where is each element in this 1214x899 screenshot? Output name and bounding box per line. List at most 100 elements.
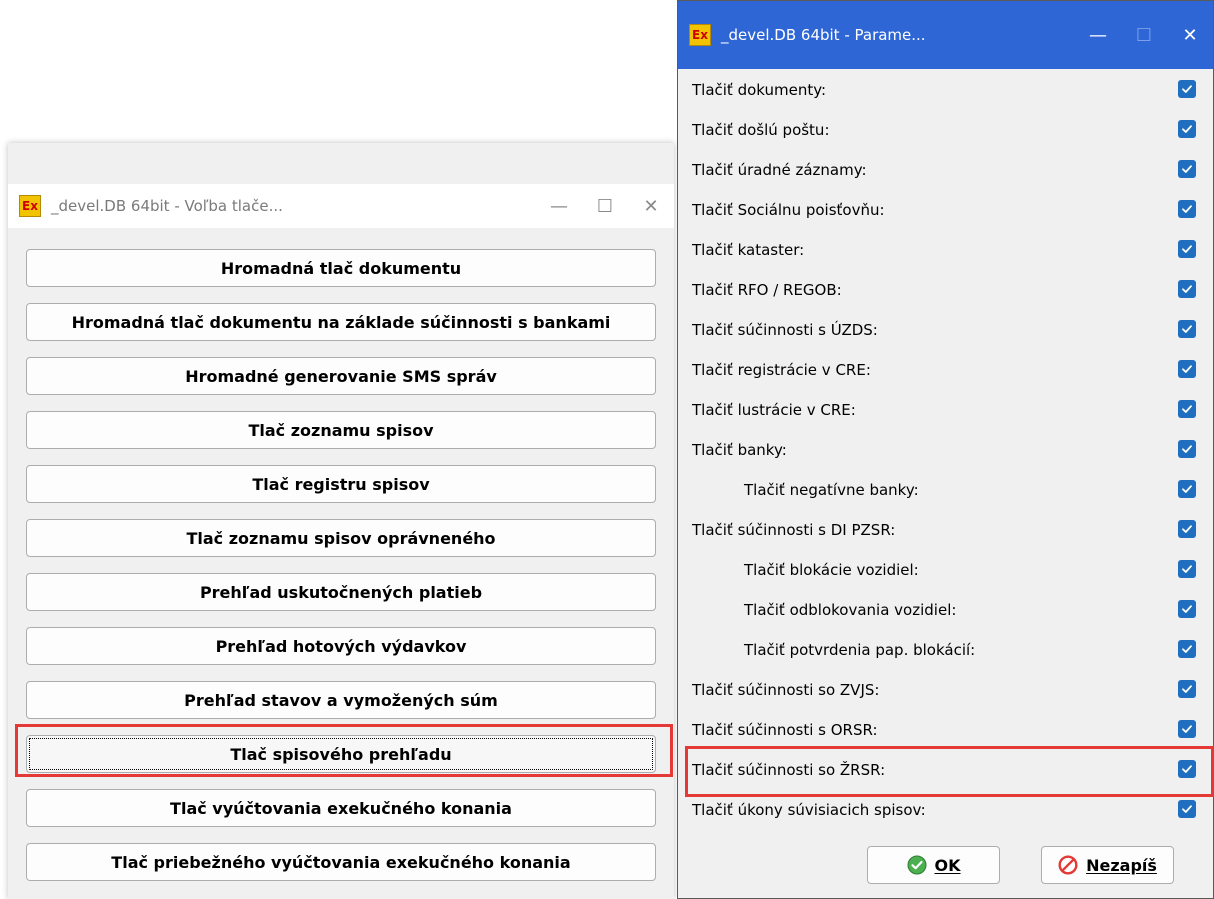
close-icon: ✕ [1182, 24, 1198, 46]
discard-button[interactable]: Nezapíš [1041, 846, 1174, 884]
option-row: Tlačiť odblokovania vozidiel: [678, 589, 1213, 629]
option-label: Tlačiť úradné záznamy: [692, 161, 867, 179]
option-label: Tlačiť banky: [692, 441, 787, 459]
checkmark-icon [1182, 285, 1192, 293]
option-row: Tlačiť potvrdenia pap. blokácií: [678, 629, 1213, 669]
option-checkbox[interactable] [1178, 400, 1196, 418]
option-checkbox[interactable] [1178, 280, 1196, 298]
maximize-button: ☐ [1121, 1, 1167, 69]
print-file-list-button[interactable]: Tlač zoznamu spisov [26, 411, 656, 449]
option-row: Tlačiť RFO / REGOB: [678, 269, 1213, 309]
print-execution-settlement-button[interactable]: Tlač vyúčtovania exekučného konania [26, 789, 656, 827]
option-row: Tlačiť došlú poštu: [678, 109, 1213, 149]
cancel-circle-icon [1058, 855, 1078, 875]
print-creditor-file-list-button[interactable]: Tlač zoznamu spisov oprávneného [26, 519, 656, 557]
option-checkbox[interactable] [1178, 680, 1196, 698]
checkmark-icon [1182, 805, 1192, 813]
checkmark-icon [1182, 565, 1192, 573]
option-checkbox[interactable] [1178, 600, 1196, 618]
option-checkbox[interactable] [1178, 480, 1196, 498]
option-checkbox[interactable] [1178, 760, 1196, 778]
option-row: Tlačiť registrácie v CRE: [678, 349, 1213, 389]
option-checkbox[interactable] [1178, 800, 1196, 818]
option-checkbox[interactable] [1178, 640, 1196, 658]
bulk-print-bank-cooperation-button[interactable]: Hromadná tlač dokumentu na základe súčin… [26, 303, 656, 341]
ok-button[interactable]: OK [867, 846, 1000, 884]
checkmark-icon [1182, 445, 1192, 453]
option-label: Tlačiť úkony súvisiacich spisov: [692, 801, 926, 819]
option-row: Tlačiť kataster: [678, 229, 1213, 269]
option-label: Tlačiť dokumenty: [692, 81, 827, 99]
close-icon: ✕ [643, 195, 659, 217]
check-circle-icon [907, 855, 927, 875]
option-label: Tlačiť súčinnosti s ÚZDS: [692, 321, 878, 339]
option-row: Tlačiť súčinnosti so ZVJS: [678, 669, 1213, 709]
print-file-overview-button[interactable]: Tlač spisového prehľadu [26, 735, 656, 773]
option-label: Tlačiť súčinnosti s ORSR: [692, 721, 878, 739]
cash-expenses-overview-button[interactable]: Prehľad hotových výdavkov [26, 627, 656, 665]
payments-overview-button[interactable]: Prehľad uskutočnených platieb [26, 573, 656, 611]
option-checkbox[interactable] [1178, 240, 1196, 258]
window-title: _devel.DB 64bit - Parame... [721, 26, 926, 44]
states-recovered-sums-button[interactable]: Prehľad stavov a vymožených súm [26, 681, 656, 719]
checkmark-icon [1182, 525, 1192, 533]
minimize-icon: — [1089, 24, 1107, 46]
print-interim-settlement-button[interactable]: Tlač priebežného vyúčtovania exekučného … [26, 843, 656, 881]
print-choice-window: Ex _devel.DB 64bit - Voľba tlače... — ☐ … [8, 143, 674, 899]
option-row: Tlačiť Sociálnu poisťovňu: [678, 189, 1213, 229]
option-row: Tlačiť blokácie vozidiel: [678, 549, 1213, 589]
option-row: Tlačiť banky: [678, 429, 1213, 469]
print-file-register-button[interactable]: Tlač registru spisov [26, 465, 656, 503]
option-label: Tlačiť odblokovania vozidiel: [744, 601, 957, 619]
checkmark-icon [1182, 165, 1192, 173]
option-row: Tlačiť negatívne banky: [678, 469, 1213, 509]
option-checkbox[interactable] [1178, 360, 1196, 378]
option-label: Tlačiť potvrdenia pap. blokácií: [744, 641, 976, 659]
option-row: Tlačiť súčinnosti so ŽRSR: [678, 749, 1213, 789]
option-label: Tlačiť súčinnosti so ZVJS: [692, 681, 880, 699]
maximize-icon: ☐ [596, 195, 614, 217]
option-checkbox[interactable] [1178, 560, 1196, 578]
close-button[interactable]: ✕ [1167, 1, 1213, 69]
close-button[interactable]: ✕ [628, 184, 674, 228]
option-row: Tlačiť úradné záznamy: [678, 149, 1213, 189]
ok-label: OK [934, 855, 961, 875]
option-checkbox[interactable] [1178, 120, 1196, 138]
bulk-print-documents-button[interactable]: Hromadná tlač dokumentu [26, 249, 656, 287]
option-label: Tlačiť registrácie v CRE: [692, 361, 871, 379]
option-row: Tlačiť súčinnosti s DI PZSR: [678, 509, 1213, 549]
checkmark-icon [1182, 645, 1192, 653]
left-title-bar[interactable]: Ex _devel.DB 64bit - Voľba tlače... — ☐ … [8, 184, 674, 228]
option-checkbox[interactable] [1178, 720, 1196, 738]
bulk-sms-generation-button[interactable]: Hromadné generovanie SMS správ [26, 357, 656, 395]
option-checkbox[interactable] [1178, 200, 1196, 218]
option-row: Tlačiť súčinnosti s ORSR: [678, 709, 1213, 749]
option-label: Tlačiť lustrácie v CRE: [692, 401, 856, 419]
option-label: Tlačiť došlú poštu: [692, 121, 830, 139]
checkmark-icon [1182, 685, 1192, 693]
option-label: Tlačiť negatívne banky: [744, 481, 919, 499]
maximize-button[interactable]: ☐ [582, 184, 628, 228]
minimize-button[interactable]: — [536, 184, 582, 228]
option-row: Tlačiť dokumenty: [678, 69, 1213, 109]
option-checkbox[interactable] [1178, 440, 1196, 458]
option-label: Tlačiť Sociálnu poisťovňu: [692, 201, 885, 219]
right-title-bar[interactable]: Ex _devel.DB 64bit - Parame... — ☐ ✕ [678, 1, 1213, 69]
checkmark-icon [1182, 725, 1192, 733]
minimize-icon: — [550, 195, 568, 217]
minimize-button[interactable]: — [1075, 1, 1121, 69]
option-label: Tlačiť RFO / REGOB: [692, 281, 842, 299]
parameter-options-list: Tlačiť dokumenty: Tlačiť došlú poštu: Tlač… [678, 69, 1213, 829]
option-checkbox[interactable] [1178, 320, 1196, 338]
option-checkbox[interactable] [1178, 160, 1196, 178]
option-label: Tlačiť blokácie vozidiel: [744, 561, 919, 579]
discard-label: Nezapíš [1086, 855, 1157, 875]
checkmark-icon [1182, 365, 1192, 373]
maximize-icon: ☐ [1135, 24, 1153, 46]
app-icon: Ex [19, 195, 41, 217]
checkmark-icon [1182, 125, 1192, 133]
option-checkbox[interactable] [1178, 520, 1196, 538]
parameters-window: Ex _devel.DB 64bit - Parame... — ☐ ✕ Tla… [677, 0, 1214, 899]
option-label: Tlačiť súčinnosti s DI PZSR: [692, 521, 896, 539]
option-checkbox[interactable] [1178, 80, 1196, 98]
